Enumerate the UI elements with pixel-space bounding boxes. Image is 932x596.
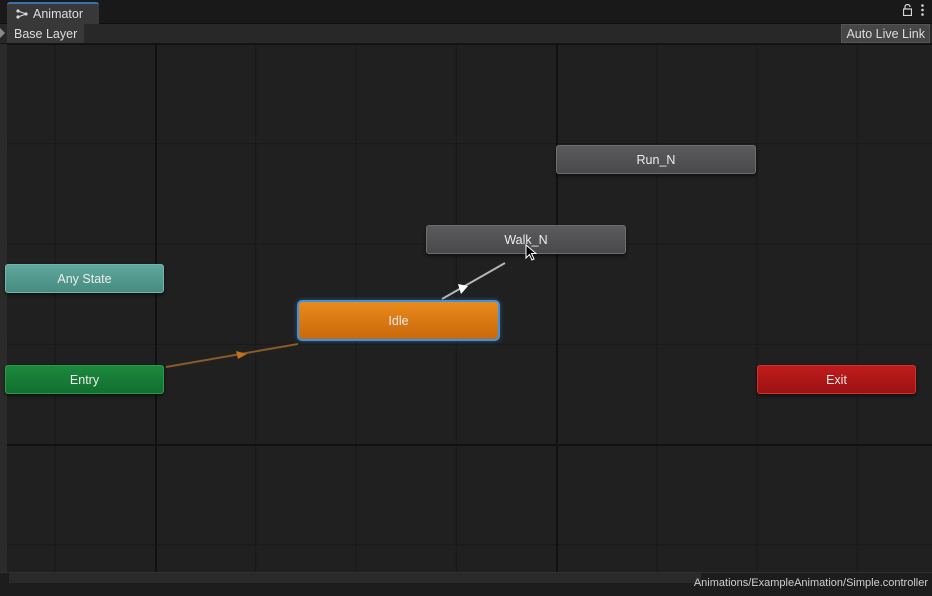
lock-icon[interactable] — [903, 4, 912, 16]
mouse-cursor-icon — [525, 244, 537, 261]
breadcrumb-base-layer[interactable]: Base Layer — [7, 24, 85, 43]
state-label: Entry — [69, 372, 100, 387]
window-title-bar: Animator — [0, 0, 932, 24]
state-exit[interactable]: Exit — [757, 365, 916, 394]
tab-label: Animator — [33, 7, 84, 21]
state-label: Idle — [388, 313, 409, 328]
collapse-panel-arrow-icon[interactable] — [0, 28, 5, 38]
status-bar: Animations/ExampleAnimation/Simple.contr… — [0, 572, 932, 596]
state-idle[interactable]: Idle — [297, 300, 500, 341]
tab-animator[interactable]: Animator — [7, 2, 99, 24]
state-label: Run_N — [636, 152, 676, 167]
auto-live-link-button[interactable]: Auto Live Link — [841, 24, 930, 43]
state-run-n[interactable]: Run_N — [556, 145, 756, 174]
state-label: Any State — [57, 271, 112, 286]
layers-panel-collapsed[interactable] — [0, 44, 7, 572]
horizontal-scrollbar[interactable] — [9, 573, 701, 583]
state-entry[interactable]: Entry — [5, 365, 164, 394]
more-options-icon[interactable] — [921, 4, 924, 16]
layer-toolbar: Base Layer Auto Live Link — [0, 24, 932, 44]
controller-path: Animations/ExampleAnimation/Simple.contr… — [693, 577, 928, 589]
state-any-state[interactable]: Any State — [5, 264, 164, 293]
state-label: Exit — [826, 372, 847, 387]
animator-graph-icon — [16, 9, 28, 19]
